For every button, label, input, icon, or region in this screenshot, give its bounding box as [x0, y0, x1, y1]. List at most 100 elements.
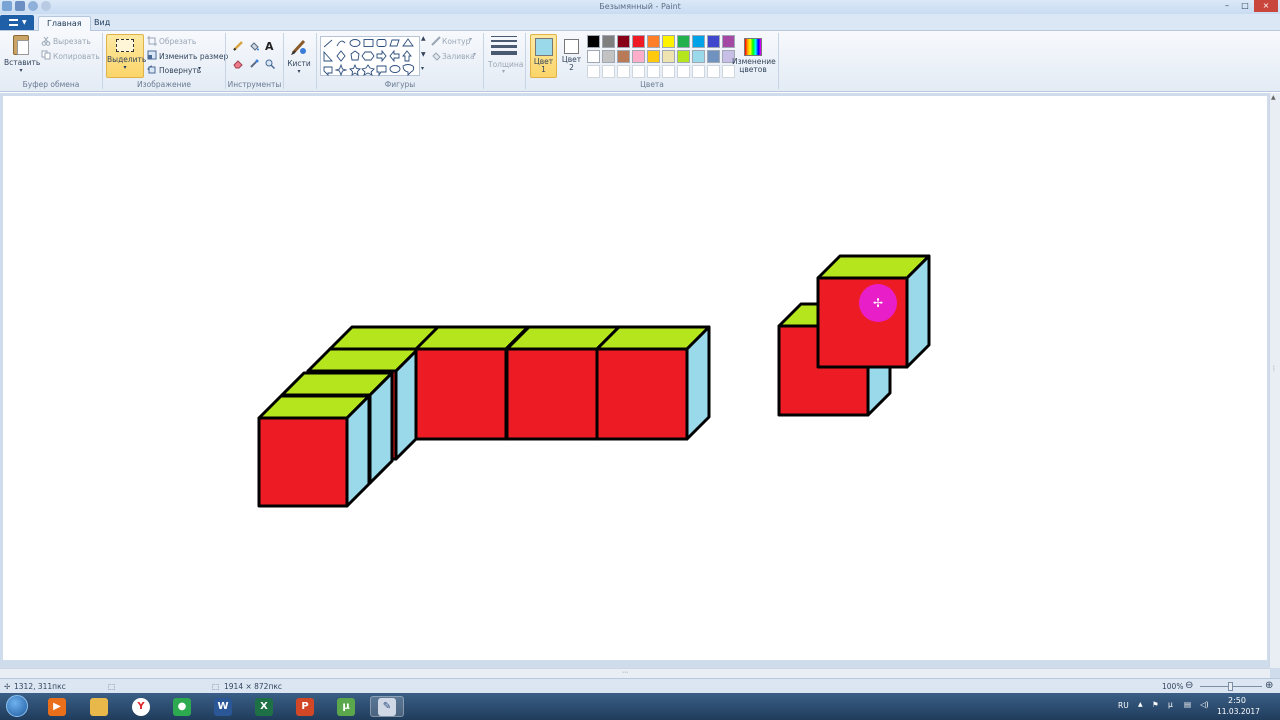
utorrent-tray-icon[interactable]: µ [1168, 700, 1173, 709]
flag-icon[interactable]: ⚑ [1152, 700, 1159, 709]
pencil-icon[interactable] [233, 41, 243, 51]
palette-swatch[interactable] [677, 50, 690, 63]
palette-swatch[interactable] [617, 35, 630, 48]
palette-swatch[interactable] [647, 35, 660, 48]
scroll-up-icon[interactable]: ▲ [1271, 94, 1276, 101]
copy-button[interactable]: Копировать [53, 52, 100, 61]
crop-button[interactable]: Обрезать [159, 37, 196, 46]
custom-color-slot[interactable] [617, 65, 630, 78]
palette-swatch[interactable] [617, 50, 630, 63]
clock-date[interactable]: 11.03.2017 [1217, 707, 1260, 716]
taskbar-app[interactable]: ▶ [40, 696, 74, 717]
select-button[interactable]: Выделить ▾ [106, 34, 146, 78]
palette-swatch[interactable] [587, 50, 600, 63]
paste-button[interactable]: Вставить ▾ [4, 35, 40, 74]
taskbar-app[interactable]: W [206, 696, 240, 717]
ribbon-tab-bar: ▼ Главная Вид [0, 14, 1280, 31]
custom-color-slot[interactable] [647, 65, 660, 78]
palette-swatch[interactable] [677, 35, 690, 48]
zoom-slider-thumb[interactable] [1228, 682, 1233, 691]
minimize-button[interactable]: – [1218, 0, 1236, 12]
color-2-button[interactable]: Цвет 2 [560, 34, 583, 72]
taskbar-app[interactable]: ● [165, 696, 199, 717]
vertical-scrollbar[interactable]: ▲ ⋮ [1269, 93, 1280, 668]
rotate-button[interactable]: Повернуть [159, 66, 201, 75]
language-indicator[interactable]: RU [1118, 701, 1129, 710]
scroll-up-icon[interactable]: ▲ [421, 35, 426, 42]
fill-bucket-icon [432, 52, 441, 61]
chevron-down-icon: ▾ [123, 64, 127, 71]
palette-swatch[interactable] [632, 35, 645, 48]
zoom-level: 100% [1162, 682, 1184, 691]
fill-bucket-icon[interactable] [249, 41, 259, 51]
clipboard-icon [13, 35, 29, 55]
network-icon[interactable]: ▤ [1184, 700, 1191, 709]
close-button[interactable]: × [1254, 0, 1278, 12]
tools-group-label: Инструменты [227, 80, 282, 89]
custom-color-slot[interactable] [602, 65, 615, 78]
palette-swatch[interactable] [692, 35, 705, 48]
volume-icon[interactable]: ◁) [1200, 700, 1209, 709]
taskbar-app[interactable]: ✎ [370, 696, 404, 717]
palette-swatch[interactable] [632, 50, 645, 63]
color-picker-icon[interactable] [249, 59, 259, 69]
palette-swatch[interactable] [662, 35, 675, 48]
start-button[interactable] [6, 695, 28, 717]
resize-handle-icon[interactable]: ⋮ [1271, 365, 1277, 372]
custom-color-slot[interactable] [587, 65, 600, 78]
status-bar: ✢ 1312, 311пкс ⬚ ⬚ 1914 × 872пкс 100% ⊖ … [0, 678, 1280, 693]
palette-swatch[interactable] [587, 35, 600, 48]
palette-swatch[interactable] [707, 50, 720, 63]
taskbar-app[interactable]: Y [124, 696, 158, 717]
magnifier-icon[interactable] [265, 59, 275, 69]
yandex-browser-icon: Y [132, 697, 150, 716]
text-tool-icon[interactable]: A [265, 40, 274, 53]
chevron-down-icon: ▾ [198, 65, 202, 72]
scroll-down-icon[interactable]: ▼ [421, 51, 426, 58]
outline-button[interactable]: Контур [442, 37, 470, 46]
custom-color-slot[interactable] [692, 65, 705, 78]
drawing-canvas[interactable]: ✢ [3, 96, 1267, 660]
file-menu-button[interactable]: ▼ [0, 15, 34, 30]
taskbar-app[interactable] [82, 696, 116, 717]
outline-brush-icon [431, 36, 441, 46]
palette-swatch[interactable] [662, 50, 675, 63]
resize-button[interactable]: Изменить размер [159, 52, 228, 61]
tab-home[interactable]: Главная [38, 16, 91, 31]
clock-time[interactable]: 2:50 [1228, 696, 1246, 705]
palette-swatch[interactable] [602, 35, 615, 48]
image-group-label: Изображение [137, 80, 191, 89]
eraser-icon[interactable] [233, 59, 243, 69]
palette-swatch[interactable] [647, 50, 660, 63]
zoom-in-button[interactable]: ⊕ [1265, 680, 1273, 691]
taskbar-app[interactable]: P [288, 696, 322, 717]
zoom-out-button[interactable]: ⊖ [1185, 680, 1193, 691]
thickness-button[interactable]: Толщина [488, 60, 523, 69]
custom-color-slot[interactable] [632, 65, 645, 78]
cube-drawing: ✢ [257, 254, 931, 508]
shapes-gallery[interactable] [320, 36, 420, 77]
palette-swatch[interactable] [602, 50, 615, 63]
divider [778, 33, 779, 89]
taskbar-app[interactable]: µ [329, 696, 363, 717]
color-1-button[interactable]: Цвет 1 [530, 34, 557, 78]
custom-color-slot[interactable] [677, 65, 690, 78]
expand-icon[interactable]: ▾ [421, 65, 424, 72]
brushes-button[interactable]: Кисти ▾ [286, 37, 312, 75]
utorrent-icon: µ [337, 697, 355, 716]
resize-handle-icon[interactable]: ⋯ [622, 669, 628, 676]
fill-button[interactable]: Заливка [442, 52, 475, 61]
palette-swatch[interactable] [707, 35, 720, 48]
custom-color-slot[interactable] [662, 65, 675, 78]
chevron-down-icon: ▾ [297, 68, 301, 75]
color-palette [587, 35, 735, 78]
taskbar-app[interactable]: X [247, 696, 281, 717]
tray-expand-icon[interactable]: ▲ [1138, 701, 1143, 708]
palette-swatch[interactable] [692, 50, 705, 63]
custom-color-slot[interactable] [707, 65, 720, 78]
horizontal-scrollbar[interactable]: ⋯ [0, 668, 1270, 678]
tab-view[interactable]: Вид [86, 16, 118, 31]
edit-colors-button[interactable]: Изменение цветов [732, 36, 776, 74]
cut-button[interactable]: Вырезать [53, 37, 91, 46]
maximize-button[interactable]: □ [1236, 0, 1254, 12]
